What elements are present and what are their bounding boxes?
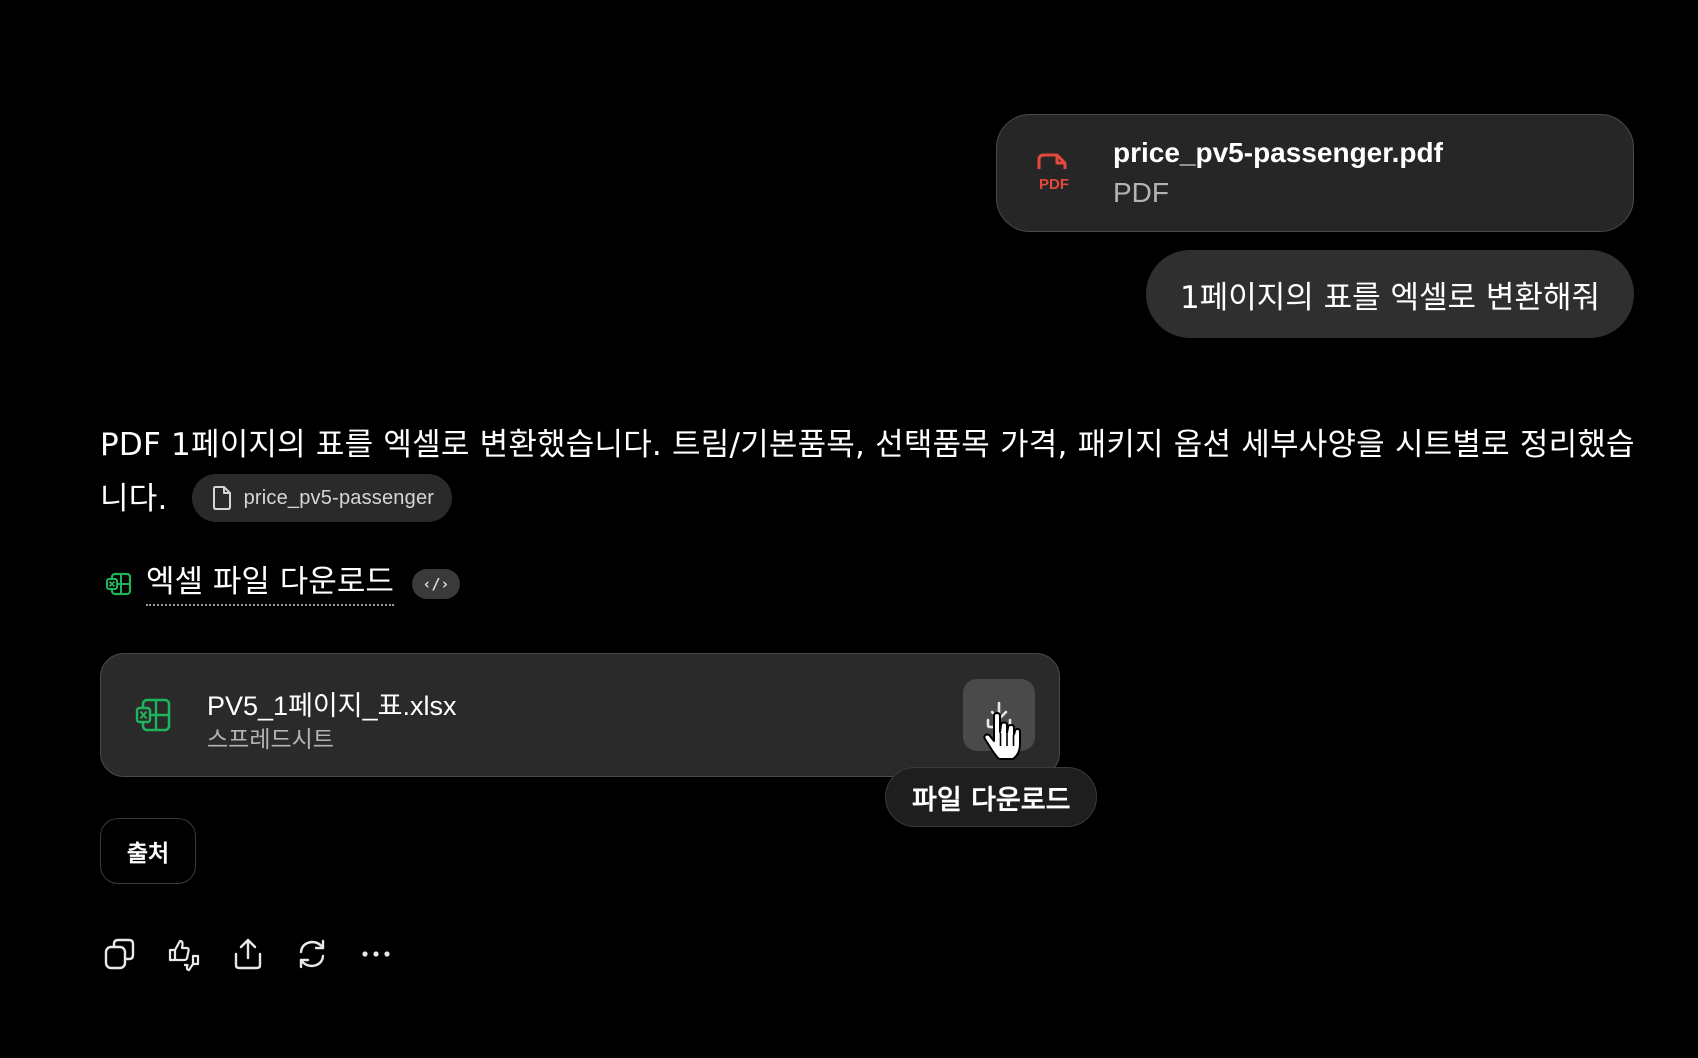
pdf-icon-label: PDF: [1039, 176, 1069, 193]
file-card-type: 스프레드시트: [207, 727, 334, 753]
file-card[interactable]: PV5_1페이지_표.xlsx 스프레드시트: [100, 653, 1060, 777]
share-icon: [234, 938, 262, 970]
more-icon: [362, 951, 390, 957]
assistant-message: PDF 1페이지의 표를 엑셀로 변환했습니다. 트림/기본품목, 선택품목 가…: [100, 418, 1650, 526]
document-icon: [212, 485, 231, 510]
copy-icon: [104, 938, 135, 970]
regenerate-button[interactable]: [292, 934, 332, 974]
excel-download-link[interactable]: 엑셀 파일 다운로드: [146, 562, 394, 606]
download-tooltip: 파일 다운로드: [885, 767, 1098, 827]
spreadsheet-icon: [135, 698, 171, 732]
user-message-bubble: 1페이지의 표를 엑셀로 변환해줘: [1145, 250, 1634, 338]
user-message-text: 1페이지의 표를 엑셀로 변환해줘: [1179, 279, 1600, 316]
file-download-button[interactable]: [963, 679, 1035, 751]
refresh-icon: [299, 939, 325, 969]
more-options-button[interactable]: [356, 934, 396, 974]
attachment-file-type: PDF: [1113, 177, 1169, 208]
excel-download-link-row: 엑셀 파일 다운로드 ‹/›: [106, 562, 460, 606]
pdf-file-icon: PDF: [1037, 153, 1069, 193]
share-button[interactable]: [228, 934, 268, 974]
user-attachment-card[interactable]: PDF price_pv5-passenger.pdf PDF: [996, 114, 1634, 232]
spreadsheet-icon: [106, 572, 132, 596]
source-chip-label: price_pv5-passenger: [243, 486, 435, 509]
thumbs-up-down-icon: [168, 939, 200, 972]
feedback-button[interactable]: [164, 934, 204, 974]
attachment-file-name: price_pv5-passenger.pdf: [1113, 137, 1443, 168]
source-chip[interactable]: price_pv5-passenger: [191, 473, 453, 522]
message-action-bar: [100, 932, 420, 976]
copy-button[interactable]: [100, 934, 140, 974]
sources-button[interactable]: 출처: [100, 818, 196, 884]
code-toggle-button[interactable]: ‹/›: [411, 569, 460, 599]
download-icon: [986, 701, 1012, 729]
file-card-name: PV5_1페이지_표.xlsx: [207, 691, 457, 721]
